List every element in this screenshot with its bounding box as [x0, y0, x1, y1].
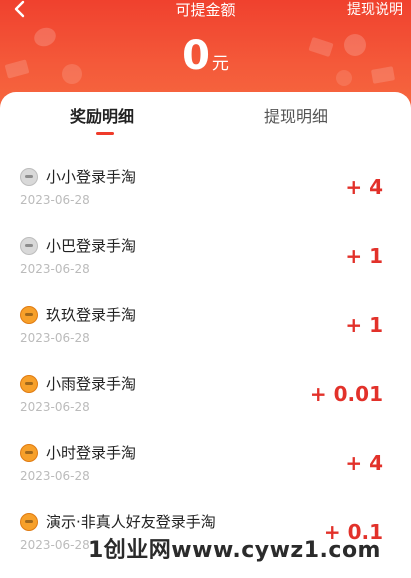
record-date: 2023-06-28 [20, 400, 90, 414]
avatar-icon [20, 168, 38, 186]
withdraw-help-link[interactable]: 提现说明 [347, 0, 403, 20]
balance-display: 0元 [0, 34, 411, 78]
tab-bar: 奖励明细 提现明细 [0, 92, 411, 142]
list-item[interactable]: 小小登录手淘 2023-06-28 + 4 [0, 164, 411, 233]
avatar-icon [20, 444, 38, 462]
record-date: 2023-06-28 [20, 331, 90, 345]
record-date: 2023-06-28 [20, 262, 90, 276]
avatar-icon [20, 237, 38, 255]
site-watermark: 1创业网www.cywz1.com [88, 538, 381, 563]
record-date: 2023-06-28 [20, 193, 90, 207]
list-item[interactable]: 小时登录手淘 2023-06-28 + 4 [0, 440, 411, 509]
record-name: 小小登录手淘 [46, 168, 137, 186]
record-name: 演示·非真人好友登录手淘 [46, 513, 216, 531]
record-name: 小巴登录手淘 [46, 237, 137, 255]
record-name: 小时登录手淘 [46, 444, 137, 462]
record-date: 2023-06-28 [20, 538, 90, 552]
avatar-icon [20, 306, 38, 324]
balance-amount: 0 [182, 33, 210, 79]
tab-withdraw-details[interactable]: 提现明细 [264, 106, 328, 128]
avatar-icon [20, 375, 38, 393]
record-value: + 1 [345, 244, 383, 268]
details-panel: 奖励明细 提现明细 小小登录手淘 2023-06-28 + 4 小巴登录手淘 2… [0, 92, 411, 565]
list-item[interactable]: 小雨登录手淘 2023-06-28 + 0.01 [0, 371, 411, 440]
list-item[interactable]: 小巴登录手淘 2023-06-28 + 1 [0, 233, 411, 302]
record-value: + 4 [345, 451, 383, 475]
record-name: 玖玖登录手淘 [46, 306, 137, 324]
record-date: 2023-06-28 [20, 469, 90, 483]
balance-unit: 元 [211, 54, 229, 74]
record-value: + 0.01 [309, 382, 383, 406]
record-name: 小雨登录手淘 [46, 375, 137, 393]
tab-reward-details[interactable]: 奖励明细 [70, 106, 134, 128]
avatar-icon [20, 513, 38, 531]
record-value: + 1 [345, 313, 383, 337]
list-item[interactable]: 玖玖登录手淘 2023-06-28 + 1 [0, 302, 411, 371]
record-value: + 4 [345, 175, 383, 199]
active-tab-indicator [96, 132, 114, 135]
